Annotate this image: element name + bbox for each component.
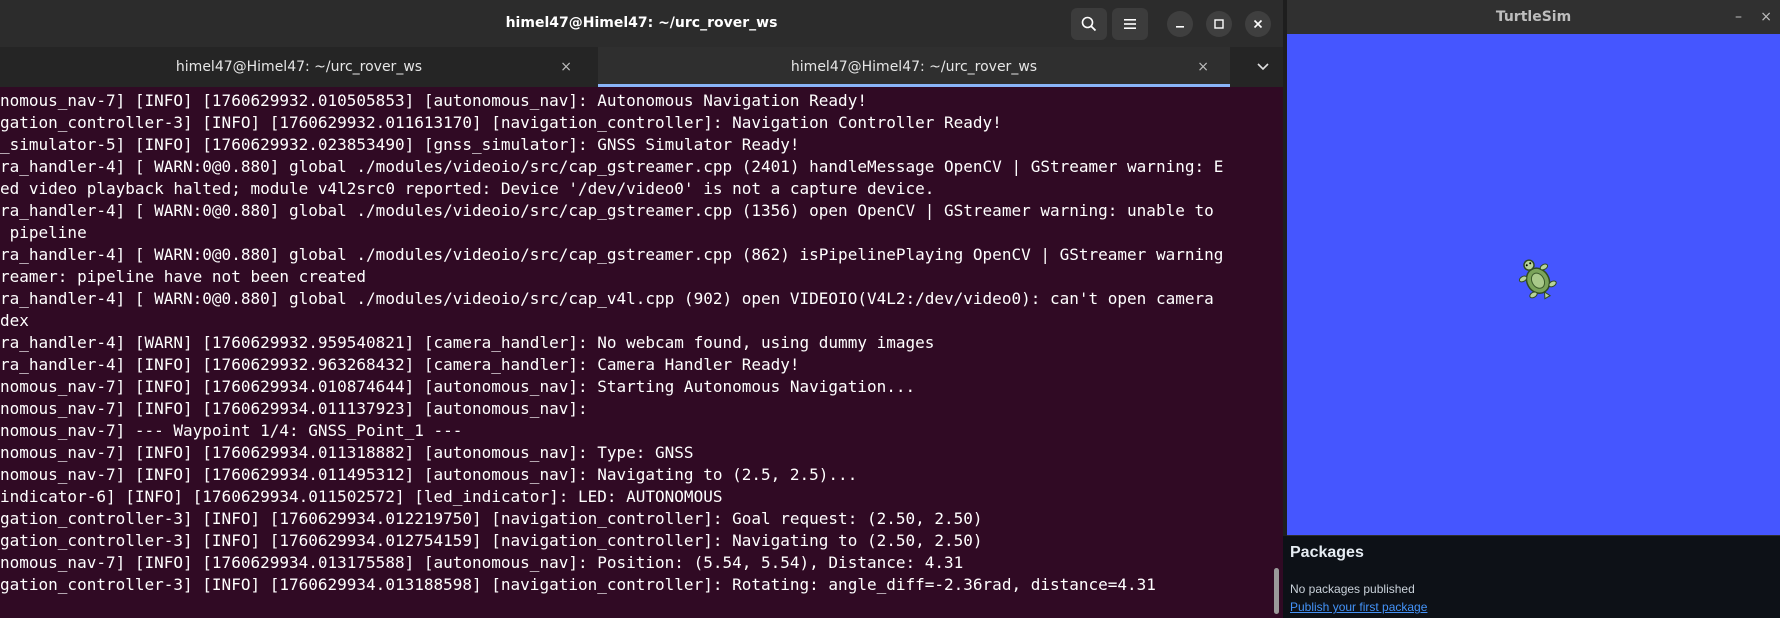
packages-empty-text: No packages published bbox=[1290, 582, 1415, 596]
terminal-line: ra_handler-4] [ WARN:0@0.880] global ./m… bbox=[0, 245, 1224, 264]
tab-close-icon[interactable]: × bbox=[1197, 47, 1209, 87]
packages-heading: Packages bbox=[1290, 544, 1364, 561]
turtlesim-minimize-button[interactable]: – bbox=[1735, 0, 1742, 34]
tab-terminal-1[interactable]: himel47@Himel47: ~/urc_rover_ws × bbox=[0, 47, 598, 87]
terminal-line: nomous_nav-7] [INFO] [1760629934.0108746… bbox=[0, 377, 916, 396]
close-button[interactable] bbox=[1245, 11, 1271, 37]
terminal-line: nomous_nav-7] [INFO] [1760629934.0131755… bbox=[0, 553, 964, 572]
terminal-scrollbar[interactable] bbox=[1274, 568, 1279, 614]
tab-list-dropdown[interactable] bbox=[1257, 47, 1269, 87]
tab-close-icon[interactable]: × bbox=[560, 47, 572, 87]
hamburger-menu-icon bbox=[1124, 19, 1136, 29]
terminal-line: nomous_nav-7] --- Waypoint 1/4: GNSS_Poi… bbox=[0, 421, 463, 440]
turtlesim-header-bar: TurtleSim – × bbox=[1287, 0, 1780, 34]
turtlesim-close-button[interactable]: × bbox=[1760, 0, 1772, 34]
terminal-line: reamer: pipeline have not been created bbox=[0, 267, 367, 286]
terminal-line: _simulator-5] [INFO] [1760629932.0238534… bbox=[0, 135, 800, 154]
active-tab-indicator bbox=[598, 84, 1230, 87]
terminal-line: ra_handler-4] [ WARN:0@0.880] global ./m… bbox=[0, 289, 1214, 308]
terminal-line: indicator-6] [INFO] [1760629934.01150257… bbox=[0, 487, 723, 506]
turtlesim-canvas bbox=[1287, 34, 1780, 535]
maximize-icon bbox=[1214, 19, 1224, 29]
terminal-header-bar: himel47@Himel47: ~/urc_rover_ws bbox=[0, 0, 1283, 47]
packages-panel: Packages No packages published Publish y… bbox=[1283, 536, 1780, 618]
terminal-output[interactable]: nomous_nav-7] [INFO] [1760629932.0105058… bbox=[0, 89, 1272, 618]
turtle-icon bbox=[1518, 259, 1557, 300]
search-icon bbox=[1081, 16, 1097, 32]
terminal-line: ra_handler-4] [INFO] [1760629932.9632684… bbox=[0, 355, 800, 374]
terminal-line: gation_controller-3] [INFO] [1760629934.… bbox=[0, 575, 1156, 594]
maximize-button[interactable] bbox=[1206, 11, 1232, 37]
terminal-line: gation_controller-3] [INFO] [1760629934.… bbox=[0, 509, 983, 528]
chevron-down-icon bbox=[1257, 63, 1269, 71]
terminal-line: pipeline bbox=[0, 223, 87, 242]
close-icon bbox=[1253, 19, 1263, 29]
terminal-line: gation_controller-3] [INFO] [1760629934.… bbox=[0, 531, 983, 550]
tab-label: himel47@Himel47: ~/urc_rover_ws bbox=[175, 59, 423, 75]
terminal-line: ra_handler-4] [WARN] [1760629932.9595408… bbox=[0, 333, 935, 352]
terminal-line: nomous_nav-7] [INFO] [1760629932.0105058… bbox=[0, 91, 867, 110]
terminal-line: gation_controller-3] [INFO] [1760629932.… bbox=[0, 113, 1002, 132]
terminal-line: nomous_nav-7] [INFO] [1760629934.0114953… bbox=[0, 465, 858, 484]
terminal-line: dex bbox=[0, 311, 29, 330]
tab-label: himel47@Himel47: ~/urc_rover_ws bbox=[790, 59, 1038, 75]
terminal-window: himel47@Himel47: ~/urc_rover_ws himel47@… bbox=[0, 0, 1283, 618]
turtlesim-title: TurtleSim bbox=[1495, 9, 1572, 25]
terminal-line: nomous_nav-7] [INFO] [1760629934.0113188… bbox=[0, 443, 694, 462]
menu-button[interactable] bbox=[1112, 8, 1148, 40]
publish-package-link[interactable]: Publish your first package bbox=[1290, 600, 1427, 614]
minimize-button[interactable] bbox=[1167, 11, 1193, 37]
terminal-line: ed video playback halted; module v4l2src… bbox=[0, 179, 935, 198]
terminal-tab-bar: himel47@Himel47: ~/urc_rover_ws × himel4… bbox=[0, 47, 1283, 87]
turtlesim-window: TurtleSim – × bbox=[1287, 0, 1780, 536]
terminal-line: ra_handler-4] [ WARN:0@0.880] global ./m… bbox=[0, 157, 1224, 176]
terminal-line: ra_handler-4] [ WARN:0@0.880] global ./m… bbox=[0, 201, 1214, 220]
search-button[interactable] bbox=[1071, 8, 1107, 40]
terminal-line: nomous_nav-7] [INFO] [1760629934.0111379… bbox=[0, 399, 588, 418]
tab-terminal-2[interactable]: himel47@Himel47: ~/urc_rover_ws × bbox=[598, 47, 1230, 87]
minimize-icon bbox=[1176, 26, 1184, 28]
